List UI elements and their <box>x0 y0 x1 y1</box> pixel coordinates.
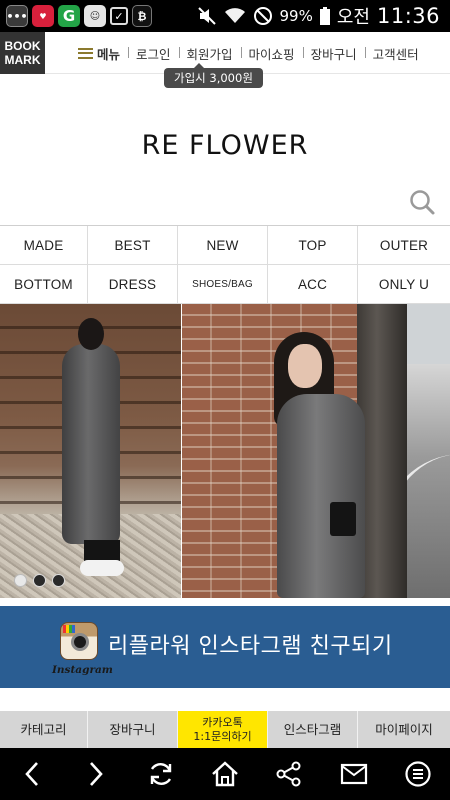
share-icon <box>276 761 301 787</box>
bookmark-label-2: MARK <box>4 53 41 67</box>
check-icon: ✓ <box>110 7 128 25</box>
quick-instagram-button[interactable]: 인스타그램 <box>268 711 358 748</box>
browser-toolbar <box>0 748 450 800</box>
category-acc[interactable]: ACC <box>268 265 358 304</box>
kakao-sublabel: 1:1문의하기 <box>193 729 252 743</box>
quick-menu-bar: 카테고리 장바구니 카카오톡 1:1문의하기 인스타그램 마이페이지 <box>0 711 450 748</box>
category-made[interactable]: MADE <box>0 226 88 265</box>
category-new[interactable]: NEW <box>178 226 268 265</box>
site-logo[interactable]: RE FLOWER <box>0 130 450 161</box>
notification-icons: ••• ♥ G ☺ ✓ ₿ <box>0 5 152 27</box>
signup-link[interactable]: 회원가입 <box>178 44 241 63</box>
slider-dot-1[interactable] <box>14 574 27 587</box>
hamburger-icon <box>78 47 93 59</box>
myshopping-link[interactable]: 마이쇼핑 <box>240 44 303 63</box>
menu-button[interactable]: 메뉴 <box>78 44 128 63</box>
refresh-button[interactable] <box>144 757 178 791</box>
category-shoes-bag[interactable]: SHOES/BAG <box>178 265 268 304</box>
robot-icon: ☺ <box>84 5 106 27</box>
instagram-banner-text: 리플라워 인스타그램 친구되기 <box>108 634 393 659</box>
back-icon <box>25 762 39 786</box>
battery-icon <box>319 7 330 25</box>
category-dress[interactable]: DRESS <box>88 265 178 304</box>
mail-icon <box>340 763 367 785</box>
mute-icon <box>197 7 216 25</box>
signup-bonus-tooltip: 가입시 3,000원 <box>164 63 263 88</box>
search-button[interactable] <box>408 188 436 216</box>
menu-icon <box>405 761 431 787</box>
instagram-banner[interactable]: Instagram 리플라워 인스타그램 친구되기 <box>0 606 450 688</box>
slider-dots <box>14 574 65 587</box>
main-banner-slider[interactable] <box>0 304 450 598</box>
clock-time: 11:36 <box>376 4 440 28</box>
share-button[interactable] <box>272 757 306 791</box>
kakao-label: 카카오톡 <box>202 715 243 729</box>
search-icon <box>410 190 435 215</box>
category-top[interactable]: TOP <box>268 226 358 265</box>
login-link[interactable]: 로그인 <box>128 44 179 63</box>
bitcoin-icon: ₿ <box>132 5 152 27</box>
wifi-icon <box>224 8 245 23</box>
browser-menu-button[interactable] <box>401 757 435 791</box>
banner-photo-right <box>182 304 450 598</box>
banner-photo-left <box>0 304 181 598</box>
mail-button[interactable] <box>337 757 371 791</box>
quick-kakaotalk-button[interactable]: 카카오톡 1:1문의하기 <box>178 711 268 748</box>
bookmark-label-1: BOOK <box>4 39 41 53</box>
refresh-icon <box>150 763 171 785</box>
quick-mypage-button[interactable]: 마이페이지 <box>358 711 450 748</box>
home-button[interactable] <box>208 757 242 791</box>
no-signal-icon <box>253 7 272 25</box>
instagram-icon <box>60 622 98 660</box>
category-only-u[interactable]: ONLY U <box>358 265 450 304</box>
battery-level: 99% <box>279 7 313 25</box>
message-icon: ••• <box>6 5 28 27</box>
instagram-wordmark: Instagram <box>52 664 113 676</box>
slider-dot-2[interactable] <box>33 574 46 587</box>
clock-ampm: 오전 <box>336 7 370 28</box>
g-app-icon: G <box>58 5 80 27</box>
category-grid: MADE BEST NEW TOP OUTER BOTTOM DRESS SHO… <box>0 225 450 304</box>
category-outer[interactable]: OUTER <box>358 226 450 265</box>
bookmark-button[interactable]: BOOK MARK <box>0 32 45 74</box>
cart-link[interactable]: 장바구니 <box>302 44 365 63</box>
quick-cart-button[interactable]: 장바구니 <box>88 711 178 748</box>
menu-label: 메뉴 <box>97 46 121 62</box>
slider-dot-3[interactable] <box>52 574 65 587</box>
forward-icon <box>90 762 104 786</box>
category-bottom[interactable]: BOTTOM <box>0 265 88 304</box>
status-bar: ••• ♥ G ☺ ✓ ₿ 99% 오전 11:36 <box>0 0 450 32</box>
forward-button[interactable] <box>79 757 113 791</box>
home-icon <box>212 761 238 787</box>
quick-category-button[interactable]: 카테고리 <box>0 711 88 748</box>
shopping-icon: ♥ <box>32 5 54 27</box>
customer-center-link[interactable]: 고객센터 <box>364 44 427 63</box>
back-button[interactable] <box>15 757 49 791</box>
category-best[interactable]: BEST <box>88 226 178 265</box>
